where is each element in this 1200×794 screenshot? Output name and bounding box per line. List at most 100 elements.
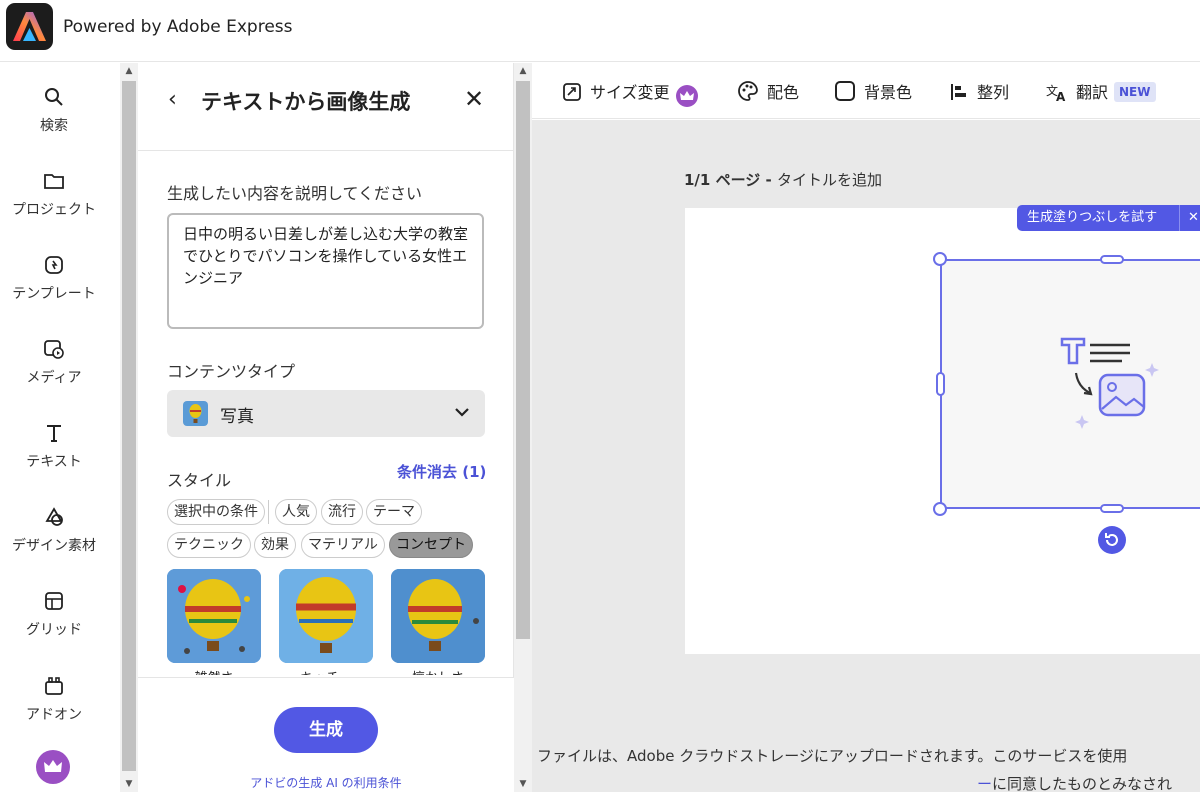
- style-thumb-3[interactable]: [391, 569, 485, 663]
- scroll-up-arrow-icon[interactable]: ▲: [120, 63, 138, 79]
- text-to-image-panel: ‹ テキストから画像生成 ✕ 生成したい内容を説明してください 日中の明るい日差…: [138, 63, 514, 792]
- chip-selected-conditions[interactable]: 選択中の条件: [167, 499, 265, 525]
- addon-icon: [45, 677, 63, 695]
- rail-item-grid[interactable]: グリッド: [0, 589, 108, 639]
- rail-item-label: デザイン素材: [12, 538, 96, 554]
- new-badge: NEW: [1114, 82, 1156, 102]
- canvas-toolbar: サイズ変更 配色 背景色 整列 文 A 翻訳 NEW: [532, 63, 1200, 119]
- background-swatch-icon: [835, 81, 855, 101]
- page-title-input[interactable]: タイトルを追加: [777, 171, 882, 189]
- align-label: 整列: [977, 83, 1010, 102]
- svg-text:A: A: [1056, 90, 1066, 102]
- rail-item-search[interactable]: 検索: [0, 85, 108, 135]
- text-icon: [47, 425, 61, 442]
- rail-item-media[interactable]: メディア: [0, 337, 108, 387]
- adobe-express-logo[interactable]: [6, 3, 53, 50]
- resize-handle-bottom[interactable]: [1100, 504, 1124, 513]
- top-bar: Powered by Adobe Express: [0, 0, 1200, 62]
- rail-item-templates[interactable]: テンプレート: [0, 253, 108, 303]
- scroll-down-arrow-icon[interactable]: ▼: [120, 776, 138, 792]
- scrollbar-thumb[interactable]: [122, 81, 136, 771]
- template-icon: [45, 256, 63, 274]
- rail-item-label: 検索: [40, 118, 68, 134]
- search-icon: [45, 88, 63, 106]
- resize-handle-left[interactable]: [936, 372, 945, 396]
- premium-crown-button[interactable]: [36, 750, 70, 784]
- panel-title: テキストから画像生成: [201, 90, 411, 114]
- chevron-down-icon: [455, 408, 469, 417]
- terms-inline-link[interactable]: ー: [977, 775, 992, 793]
- brand-title: Powered by Adobe Express: [63, 17, 293, 37]
- style-thumb-label: キッチュ: [279, 667, 373, 675]
- prompt-textarea[interactable]: 日中の明るい日差しが差し込む大学の教室でひとりでパソコンを操作している女性エンジ…: [167, 213, 484, 329]
- palette-icon: [738, 81, 758, 101]
- background-color-button[interactable]: 背景色: [834, 79, 912, 103]
- panel-scrollbar[interactable]: ▲ ▼: [514, 63, 532, 792]
- page-label: 1/1 ページ - タイトルを追加: [684, 169, 882, 190]
- rail-item-projects[interactable]: プロジェクト: [0, 169, 108, 219]
- back-chevron-icon[interactable]: ‹: [168, 87, 177, 112]
- chip-popular[interactable]: 人気: [275, 499, 317, 525]
- rail-item-label: テンプレート: [12, 286, 96, 302]
- scroll-up-arrow-icon[interactable]: ▲: [514, 63, 532, 79]
- close-icon[interactable]: ✕: [464, 85, 484, 113]
- media-icon: [44, 340, 64, 359]
- reset-filters-link[interactable]: 条件消去 (1): [397, 461, 486, 482]
- generate-button[interactable]: 生成: [274, 707, 378, 753]
- style-thumb-2[interactable]: [279, 569, 373, 663]
- generative-fill-button[interactable]: 生成塗りつぶしを試す ✕: [1017, 205, 1200, 231]
- upload-notice-rest: に同意したものとみなされ: [992, 775, 1173, 793]
- rotate-handle[interactable]: [1098, 526, 1126, 554]
- image-placeholder-selection[interactable]: [940, 259, 1200, 509]
- hot-air-balloon-icon: [167, 569, 261, 663]
- style-thumbnails: 雑然さ キッチュ 懐かしさ: [167, 569, 487, 675]
- close-icon[interactable]: ✕: [1179, 205, 1199, 231]
- crown-icon: [675, 85, 698, 107]
- grid-icon: [45, 592, 63, 610]
- chip-trending[interactable]: 流行: [321, 499, 363, 525]
- style-thumb-label: 雑然さ: [167, 667, 261, 675]
- color-theme-label: 配色: [767, 83, 800, 102]
- align-icon: [951, 84, 966, 100]
- style-thumb-label: 懐かしさ: [391, 667, 485, 675]
- rail-item-label: プロジェクト: [12, 202, 96, 218]
- hot-air-balloon-icon: [279, 569, 373, 663]
- terms-link[interactable]: アドビの生成 AI の利用条件: [138, 774, 514, 791]
- resize-handle-top[interactable]: [1100, 255, 1124, 264]
- resize-label: サイズ変更: [590, 83, 670, 102]
- prompt-label: 生成したい内容を説明してください: [167, 184, 423, 203]
- translate-button[interactable]: 文 A 翻訳 NEW: [1046, 79, 1156, 104]
- resize-button[interactable]: サイズ変更: [562, 79, 698, 107]
- text-to-image-icon: [1060, 337, 1159, 429]
- align-button[interactable]: 整列: [949, 79, 1009, 103]
- scrollbar-thumb[interactable]: [516, 81, 530, 639]
- resize-handle-top-left[interactable]: [933, 252, 947, 266]
- upload-notice: ファイルは、Adobe クラウドストレージにアップロードされます。このサービスを…: [537, 747, 1128, 765]
- chip-concept[interactable]: コンセプト: [389, 532, 473, 558]
- photo-thumbnail-icon: [183, 401, 208, 426]
- crown-icon: [44, 760, 62, 772]
- resize-icon: [563, 83, 581, 101]
- chip-theme[interactable]: テーマ: [366, 499, 422, 525]
- rail-scrollbar[interactable]: ▲ ▼: [120, 63, 138, 792]
- rail-item-text[interactable]: テキスト: [0, 421, 108, 471]
- translate-icon: 文A: [1046, 83, 1066, 104]
- rail-item-addons[interactable]: アドオン: [0, 674, 108, 724]
- rail-item-label: テキスト: [26, 454, 82, 470]
- page-number: 1/1 ページ -: [684, 171, 777, 189]
- left-rail: 検索 プロジェクト テンプレート メディア テキスト デザイン素材 グリッド ア…: [0, 63, 120, 792]
- chip-material[interactable]: マテリアル: [301, 532, 385, 558]
- resize-handle-bottom-left[interactable]: [933, 502, 947, 516]
- rail-item-label: グリッド: [26, 622, 82, 638]
- chip-technique[interactable]: テクニック: [167, 532, 251, 558]
- style-thumb-1[interactable]: [167, 569, 261, 663]
- content-type-value: 写真: [220, 407, 254, 427]
- chip-effect[interactable]: 効果: [254, 532, 296, 558]
- rail-item-design-assets[interactable]: デザイン素材: [0, 505, 108, 555]
- scroll-down-arrow-icon[interactable]: ▼: [514, 776, 532, 792]
- hot-air-balloon-icon: [391, 569, 485, 663]
- chip-divider: [268, 500, 269, 524]
- translate-label: 翻訳: [1076, 83, 1109, 102]
- content-type-select[interactable]: 写真: [167, 390, 485, 437]
- color-theme-button[interactable]: 配色: [737, 79, 799, 103]
